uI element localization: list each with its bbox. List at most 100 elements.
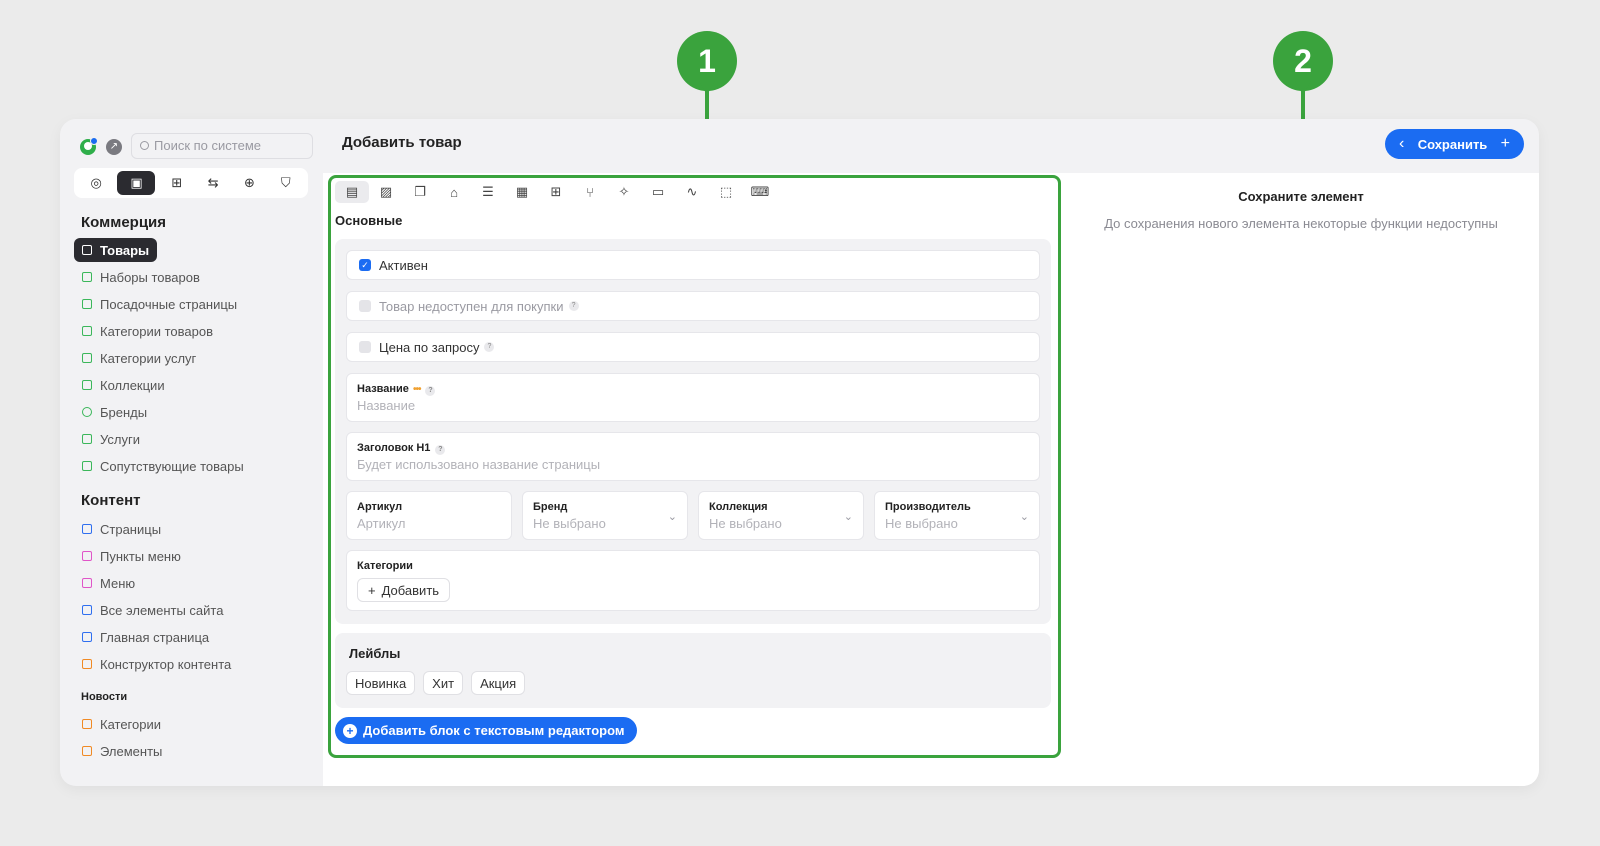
price-request-checkbox-row[interactable]: Цена по запросу ? <box>346 332 1040 362</box>
sidebar-item-service-categories[interactable]: Категории услуг <box>74 346 204 370</box>
terminal-icon[interactable]: ⌨ <box>743 181 777 203</box>
sidebar-tabs: ◎ ▣ ⊞ ⇆ ⊕ ⛉ <box>74 168 308 198</box>
save-button-label: Сохранить <box>1417 136 1488 152</box>
collection-select[interactable]: Коллекция Не выбрано ⌄ <box>698 491 864 540</box>
chart-icon[interactable]: ∿ <box>675 181 709 203</box>
annotation-pin-1: 1 <box>677 31 737 95</box>
sidebar-item-brands[interactable]: Бренды <box>74 400 155 424</box>
bag-plus-icon[interactable]: ⊞ <box>539 181 573 203</box>
sidebar-item-pages[interactable]: Страницы <box>74 517 169 541</box>
sidebar-item-all-elements[interactable]: Все элементы сайта <box>74 598 231 622</box>
home-icon <box>82 632 92 642</box>
sidebar-item-product-sets[interactable]: Наборы товаров <box>74 265 208 289</box>
list-icon <box>82 551 92 561</box>
grid-icon[interactable]: ▦ <box>505 181 539 203</box>
chevron-down-icon: ⌄ <box>1019 511 1029 523</box>
help-icon[interactable]: ? <box>568 301 579 311</box>
brand-select[interactable]: Бренд Не выбрано ⌄ <box>522 491 688 540</box>
sidebar-item-news-elements[interactable]: Элементы <box>74 739 170 763</box>
tab-settings-icon[interactable]: ⇆ <box>198 171 228 195</box>
branch-icon[interactable]: ⑂ <box>573 181 607 203</box>
name-placeholder: Название <box>357 398 416 413</box>
tab-brush-icon[interactable]: ⛉ <box>271 171 301 195</box>
checkbox-icon[interactable] <box>359 300 371 312</box>
add-text-block-button[interactable]: + Добавить блок с текстовым редактором <box>335 717 637 744</box>
maker-label: Производитель <box>885 501 971 513</box>
save-hint-title: Сохраните элемент <box>1238 189 1364 204</box>
label-chip[interactable]: Акция <box>471 671 526 695</box>
sidebar-item-news-categories[interactable]: Категории <box>74 712 169 736</box>
sidebar-item-menu-items[interactable]: Пункты меню <box>74 544 189 568</box>
navigate-icon[interactable]: ↗ <box>106 139 122 155</box>
copy-icon[interactable]: ❐ <box>403 181 437 203</box>
tab-add-icon[interactable]: ⊕ <box>234 171 264 195</box>
document-icon[interactable]: ▤ <box>335 181 369 203</box>
label-chip[interactable]: Новинка <box>346 671 416 695</box>
sidebar-item-home-page[interactable]: Главная страница <box>74 625 217 649</box>
folder-icon <box>82 719 92 729</box>
price-request-checkbox-label: Цена по запросу <box>379 339 480 355</box>
add-category-button[interactable]: + Добавить <box>357 578 451 602</box>
page-icon <box>82 299 92 309</box>
search-input[interactable]: Поиск по системе <box>131 133 313 159</box>
list-icon[interactable]: ☰ <box>471 181 505 203</box>
search-placeholder: Поиск по системе <box>154 138 261 153</box>
unavailable-checkbox-row[interactable]: Товар недоступен для покупки ? <box>346 291 1040 321</box>
bag-dashed-icon[interactable]: ⬚ <box>709 181 743 203</box>
brand-value: Не выбрано <box>533 516 606 531</box>
sparkle-icon[interactable]: ✧ <box>607 181 641 203</box>
app-window: ↗ Поиск по системе Добавить товар ‹ Сохр… <box>60 119 1539 786</box>
brand-icon <box>82 407 92 417</box>
basic-fields-group: ✓ Активен Товар недоступен для покупки ?… <box>335 239 1051 624</box>
plus-circle-icon: + <box>343 723 357 738</box>
tab-site-icon[interactable]: ▣ <box>117 171 156 195</box>
name-field[interactable]: Название •••? Название <box>346 373 1040 422</box>
help-icon[interactable]: ? <box>435 445 446 455</box>
checkbox-checked-icon[interactable]: ✓ <box>359 259 371 271</box>
folder-icon <box>82 353 92 363</box>
store-icon[interactable]: ⌂ <box>437 181 471 203</box>
labels-list: Новинка Хит Акция <box>346 671 526 695</box>
sidebar-item-products[interactable]: Товары <box>74 238 158 262</box>
editor-toolbar: ▤ ▨ ❐ ⌂ ☰ ▦ ⊞ ⑂ ✧ ▭ ∿ ⬚ ⌨ <box>335 181 777 203</box>
annotation-pin-2: 2 <box>1273 31 1333 95</box>
help-icon[interactable]: ? <box>425 386 436 396</box>
ai-dots-icon[interactable]: ••• <box>413 384 421 395</box>
filter-icon <box>82 461 92 471</box>
sidebar-item-landing-pages[interactable]: Посадочные страницы <box>74 292 245 316</box>
labels-title: Лейблы <box>349 646 401 661</box>
sku-field[interactable]: Артикул Артикул <box>346 491 512 540</box>
h1-placeholder: Будет использовано название страницы <box>357 457 601 472</box>
save-button[interactable]: ‹ Сохранить + <box>1385 129 1524 159</box>
categories-field: Категории + Добавить <box>346 550 1040 611</box>
service-icon <box>82 434 92 444</box>
bags-icon <box>82 272 92 282</box>
sidebar-item-product-categories[interactable]: Категории товаров <box>74 319 221 343</box>
active-checkbox-row[interactable]: ✓ Активен <box>346 250 1040 280</box>
comment-icon[interactable]: ▭ <box>641 181 675 203</box>
sidebar-item-collections[interactable]: Коллекции <box>74 373 173 397</box>
tab-book-icon[interactable]: ⊞ <box>162 171 192 195</box>
plus-icon: + <box>368 582 376 598</box>
checkbox-icon[interactable] <box>359 341 371 353</box>
name-label: Название •••? <box>357 383 436 396</box>
active-checkbox-label: Активен <box>379 257 428 273</box>
sidebar-item-content-builder[interactable]: Конструктор контента <box>74 652 239 676</box>
collection-icon <box>82 380 92 390</box>
labels-group: Лейблы Новинка Хит Акция <box>335 633 1051 708</box>
add-text-block-label: Добавить блок с текстовым редактором <box>363 723 625 738</box>
bag-icon <box>82 245 92 255</box>
label-chip[interactable]: Хит <box>423 671 464 695</box>
image-icon[interactable]: ▨ <box>369 181 403 203</box>
maker-select[interactable]: Производитель Не выбрано ⌄ <box>874 491 1040 540</box>
sidebar-item-related-products[interactable]: Сопутствующие товары <box>74 454 252 478</box>
sidebar-item-services[interactable]: Услуги <box>74 427 148 451</box>
folder-icon <box>82 326 92 336</box>
tab-support-icon[interactable]: ◎ <box>81 171 111 195</box>
sidebar-item-menu[interactable]: Меню <box>74 571 143 595</box>
h1-field[interactable]: Заголовок H1? Будет использовано названи… <box>346 432 1040 481</box>
collection-label: Коллекция <box>709 501 768 513</box>
help-icon[interactable]: ? <box>484 342 495 352</box>
logo-icon <box>80 137 98 155</box>
content-section-title: Контент <box>81 492 141 509</box>
